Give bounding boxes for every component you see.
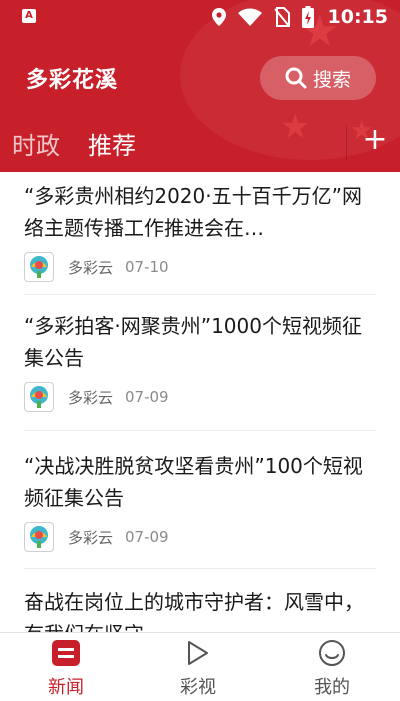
wifi-icon	[238, 8, 262, 26]
article-source: 多彩云	[68, 388, 114, 407]
smile-icon	[319, 640, 345, 666]
nav-video-label: 彩视	[180, 677, 216, 698]
article-date: 07-10	[125, 258, 169, 276]
list-item[interactable]: 奋战在岗位上的城市守护者：风雪中，有我们在坚守	[24, 586, 376, 632]
nav-video[interactable]: 彩视	[158, 639, 238, 699]
news-icon	[52, 640, 80, 666]
article-title: “多彩贵州相约2020·五十百千万亿”网络主题传播工作推进会在…	[24, 184, 362, 240]
tab-shizheng[interactable]: 时政	[12, 126, 60, 161]
battery-charging-icon	[302, 6, 314, 28]
article-title: “多彩拍客·网聚贵州”1000个短视频征集公告	[24, 314, 362, 370]
list-item[interactable]: “决战决胜脱贫攻坚看贵州”100个短视频征集公告 多彩云 07-09	[24, 450, 376, 569]
location-icon	[212, 8, 226, 26]
nav-mine-label: 我的	[314, 677, 350, 698]
no-sim-icon	[274, 7, 290, 27]
list-item[interactable]: “多彩拍客·网聚贵州”1000个短视频征集公告 多彩云 07-09	[24, 310, 376, 431]
bottom-navigation: 新闻 彩视 我的	[0, 632, 400, 701]
search-icon	[285, 67, 307, 89]
article-meta: 多彩云 07-10	[24, 252, 376, 282]
app-header: ★ ★ ★ A 10:15 多彩花溪 搜索 时政 推荐 +	[0, 0, 400, 172]
news-list: “多彩贵州相约2020·五十百千万亿”网络主题传播工作推进会在… 多彩云 07-…	[0, 172, 400, 632]
nav-news[interactable]: 新闻	[26, 639, 106, 699]
article-source: 多彩云	[68, 258, 114, 277]
article-title: 奋战在岗位上的城市守护者：风雪中，有我们在坚守	[24, 590, 364, 632]
source-logo	[24, 252, 54, 282]
status-bar: A 10:15	[0, 0, 400, 36]
status-icons	[212, 6, 314, 28]
carrier-badge: A	[22, 9, 36, 23]
list-item[interactable]: “多彩贵州相约2020·五十百千万亿”网络主题传播工作推进会在… 多彩云 07-…	[24, 180, 376, 295]
status-time: 10:15	[327, 6, 388, 28]
tab-divider	[346, 126, 347, 160]
nav-news-label: 新闻	[48, 677, 84, 698]
article-meta: 多彩云 07-09	[24, 522, 376, 552]
article-source: 多彩云	[68, 528, 114, 547]
article-title: “决战决胜脱贫攻坚看贵州”100个短视频征集公告	[24, 454, 363, 510]
app-title: 多彩花溪	[26, 68, 119, 93]
article-meta: 多彩云 07-09	[24, 382, 376, 412]
add-channel-button[interactable]: +	[362, 122, 388, 157]
channel-tabs: 时政 推荐 +	[0, 122, 400, 166]
nav-mine[interactable]: 我的	[292, 639, 372, 699]
source-logo	[24, 382, 54, 412]
tab-tuijian[interactable]: 推荐	[88, 126, 136, 161]
search-label: 搜索	[312, 68, 351, 91]
source-logo	[24, 522, 54, 552]
article-date: 07-09	[125, 528, 169, 546]
search-button[interactable]: 搜索	[260, 56, 376, 100]
article-date: 07-09	[125, 388, 169, 406]
play-icon	[188, 641, 208, 665]
